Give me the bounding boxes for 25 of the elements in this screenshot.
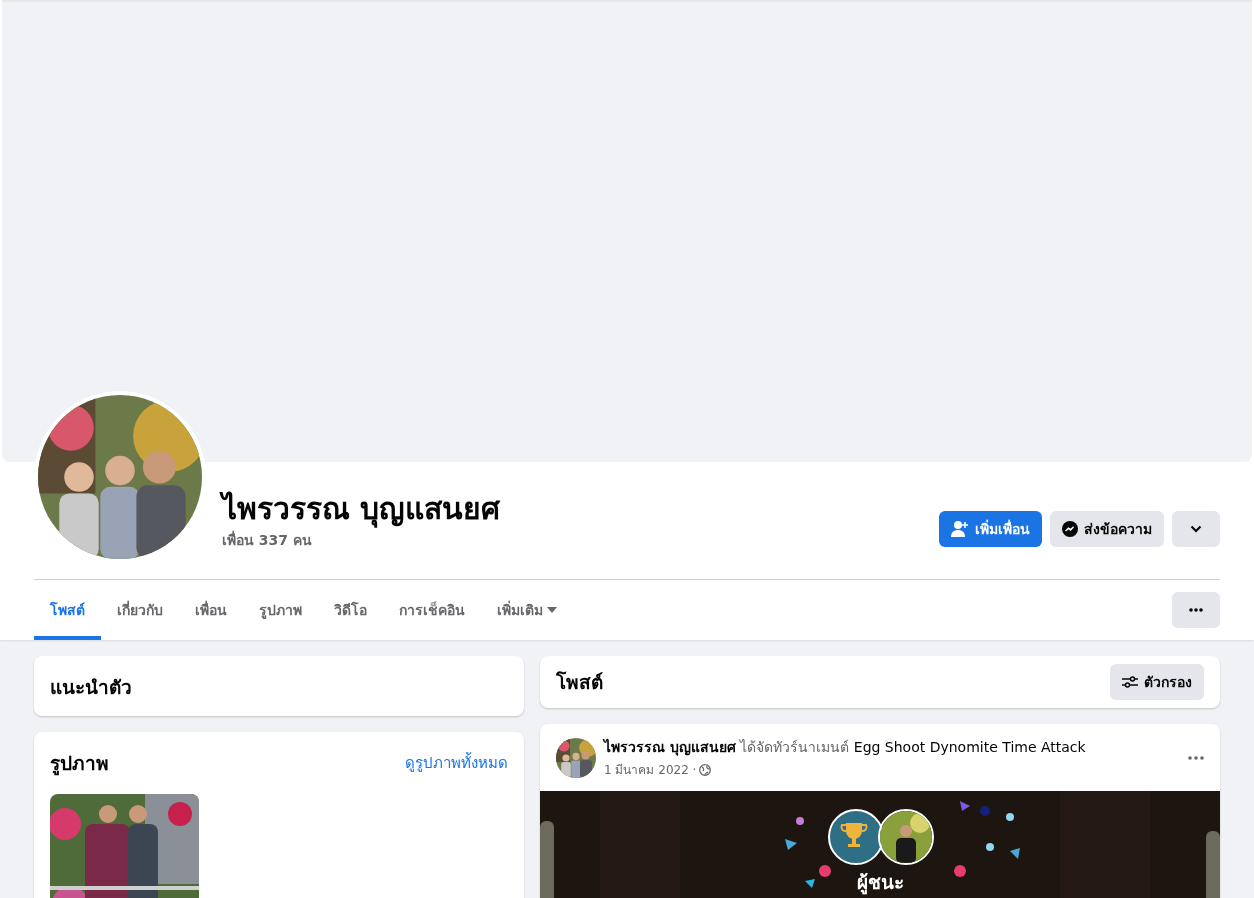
more-button[interactable] bbox=[1172, 592, 1220, 628]
profile-tab[interactable]: การเช็คอิน bbox=[383, 580, 481, 640]
profile-tab[interactable]: เกี่ยวกับ bbox=[101, 580, 179, 640]
profile-tab[interactable]: เพิ่มเติม bbox=[481, 580, 573, 640]
filter-icon bbox=[1122, 675, 1138, 689]
add-person-icon bbox=[951, 521, 969, 537]
messenger-icon bbox=[1062, 521, 1078, 537]
globe-icon bbox=[699, 763, 712, 776]
see-all-photos-link[interactable]: ดูรูปภาพทั้งหมด bbox=[405, 751, 508, 775]
profile-tab[interactable]: โพสต์ bbox=[34, 580, 101, 640]
profile-tab[interactable]: รูปภาพ bbox=[243, 580, 318, 640]
send-message-button[interactable]: ส่งข้อความ bbox=[1050, 511, 1164, 547]
chevron-down-icon bbox=[1190, 525, 1202, 533]
photos-title: รูปภาพ bbox=[50, 751, 109, 778]
intro-title: แนะนำตัว bbox=[50, 675, 133, 700]
profile-tab[interactable]: วิดีโอ bbox=[318, 580, 383, 640]
more-icon bbox=[1189, 608, 1203, 612]
profile-tab[interactable]: เพื่อน bbox=[179, 580, 243, 640]
post-headline: ไพรวรรณ บุญแสนยศ ได้จัดทัวร์นาเมนต์ Egg Shoot Dynomite Time Attack bbox=[604, 738, 1087, 758]
add-friend-button[interactable]: เพิ่มเพื่อน bbox=[939, 511, 1042, 547]
more-icon[interactable] bbox=[1188, 755, 1204, 760]
posts-title: โพสต์ bbox=[556, 670, 603, 695]
friend-count: เพื่อน 337 คน bbox=[222, 529, 313, 550]
filter-button[interactable]: ตัวกรอง bbox=[1110, 664, 1204, 700]
post-date: 1 มีนาคม 2022 · bbox=[604, 762, 697, 779]
